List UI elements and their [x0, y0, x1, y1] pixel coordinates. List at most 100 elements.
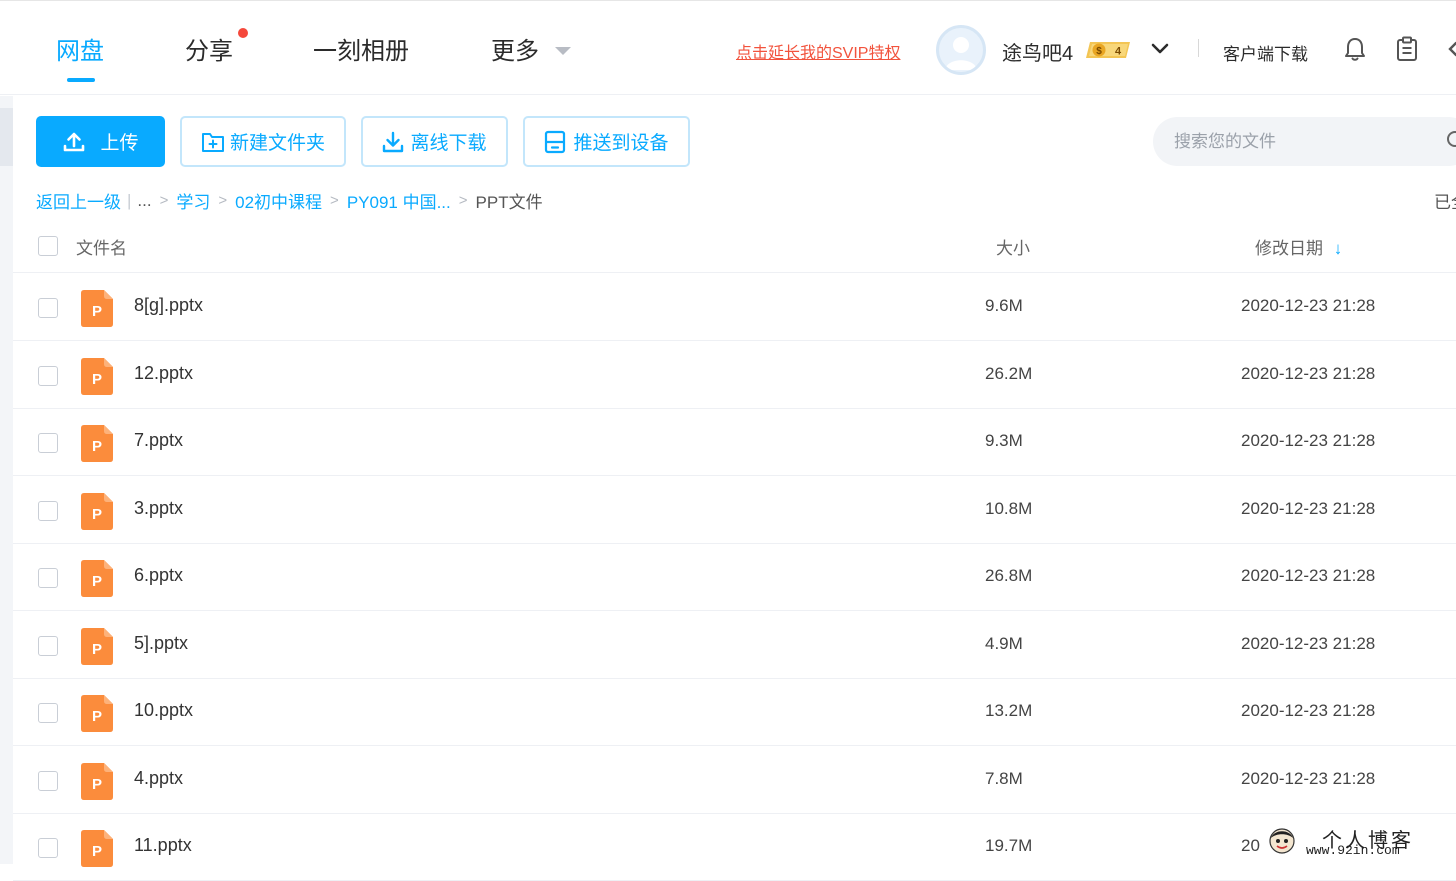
file-name[interactable]: 6.pptx: [134, 565, 183, 586]
file-name[interactable]: 12.pptx: [134, 363, 193, 384]
pptx-file-icon: P: [81, 628, 113, 665]
file-name[interactable]: 4.pptx: [134, 768, 183, 789]
file-date: 2020-12-23 21:28: [1241, 566, 1376, 585]
active-tab-indicator: [67, 78, 95, 82]
avatar[interactable]: [936, 25, 986, 75]
table-row[interactable]: P 12.pptx 26.2M 2020-12-23 21:28: [13, 341, 1456, 409]
upload-label: 上传: [100, 133, 139, 154]
sort-arrow-icon[interactable]: ↓: [1334, 239, 1343, 258]
file-name[interactable]: 11.pptx: [134, 835, 192, 856]
chevron-down-icon[interactable]: [1150, 39, 1170, 59]
file-icon-letter: P: [92, 573, 102, 590]
breadcrumb-separator: >: [330, 192, 339, 209]
row-checkbox[interactable]: [38, 568, 58, 588]
row-checkbox[interactable]: [38, 433, 58, 453]
file-name[interactable]: 8[g].pptx: [134, 295, 203, 316]
row-checkbox[interactable]: [38, 838, 58, 858]
row-checkbox[interactable]: [38, 501, 58, 521]
file-date: 2020-12-23 21:28: [1241, 769, 1376, 788]
sidebar-handle[interactable]: [0, 108, 13, 166]
watermark-url: www.92in.com: [1306, 843, 1400, 858]
table-row[interactable]: P 11.pptx 19.7M 20: [13, 813, 1456, 881]
table-row[interactable]: P 8[g].pptx 9.6M 2020-12-23 21:28: [13, 273, 1456, 341]
divider: [1198, 39, 1199, 57]
row-checkbox[interactable]: [38, 636, 58, 656]
file-icon-letter: P: [92, 506, 102, 523]
pptx-file-icon: P: [81, 290, 113, 327]
file-name[interactable]: 7.pptx: [134, 430, 183, 451]
pptx-file-icon: P: [81, 695, 113, 732]
row-checkbox[interactable]: [38, 298, 58, 318]
table-row[interactable]: P 5].pptx 4.9M 2020-12-23 21:28: [13, 611, 1456, 679]
file-icon-letter: P: [92, 371, 102, 388]
file-icon-letter: P: [92, 303, 102, 320]
file-date: 2020-12-23 21:28: [1241, 431, 1376, 450]
breadcrumb-separator: >: [218, 192, 228, 209]
row-checkbox[interactable]: [38, 366, 58, 386]
more-caret-icon[interactable]: [555, 47, 571, 55]
tab-more[interactable]: 更多: [491, 31, 539, 66]
breadcrumb-item-study[interactable]: 学习: [176, 188, 210, 213]
row-checkbox[interactable]: [38, 771, 58, 791]
breadcrumb: 返回上一级 | ... > 学习 > 02初中课程 > PY091 中国... …: [36, 188, 543, 213]
table-row[interactable]: P 7.pptx 9.3M 2020-12-23 21:28: [13, 408, 1456, 476]
cartoon-face-icon: [1269, 828, 1295, 854]
pptx-file-icon: P: [81, 358, 113, 395]
breadcrumb-separator: >: [458, 192, 468, 209]
file-name[interactable]: 5].pptx: [134, 633, 188, 654]
table-row[interactable]: P 3.pptx 10.8M 2020-12-23 21:28: [13, 476, 1456, 544]
svip-link[interactable]: 点击延长我的SVIP特权: [736, 39, 900, 63]
pptx-file-icon: P: [81, 493, 113, 530]
clipboard-icon[interactable]: [1393, 35, 1421, 63]
column-header-date[interactable]: 修改日期 ↓: [1255, 234, 1342, 259]
offline-download-button[interactable]: 离线下载: [361, 116, 508, 167]
download-icon: [383, 131, 404, 152]
push-to-device-label: 推送到设备: [573, 133, 669, 154]
file-size: 26.8M: [985, 566, 1033, 585]
breadcrumb-separator: >: [159, 192, 169, 209]
watermark: 个人博客 www.92in.com: [1264, 824, 1450, 860]
username[interactable]: 途鸟吧4: [1002, 37, 1073, 66]
new-folder-label: 新建文件夹: [229, 133, 325, 154]
left-gutter: [0, 96, 13, 864]
tab-netdisk[interactable]: 网盘: [56, 31, 104, 66]
file-date: 2020-12-23 21:28: [1241, 296, 1376, 315]
file-icon-letter: P: [92, 641, 102, 658]
file-name[interactable]: 10.pptx: [134, 700, 193, 721]
select-all-checkbox[interactable]: [38, 236, 58, 256]
pptx-file-icon: P: [81, 830, 113, 867]
file-size: 10.8M: [985, 499, 1033, 518]
table-row[interactable]: P 6.pptx 26.8M 2020-12-23 21:28: [13, 543, 1456, 611]
back-link[interactable]: 返回上一级: [36, 188, 121, 213]
file-icon-letter: P: [92, 776, 102, 793]
column-header-name[interactable]: 文件名: [76, 234, 127, 259]
file-date: 2020-12-23 21:28: [1241, 364, 1376, 383]
tab-album[interactable]: 一刻相册: [313, 31, 409, 66]
new-folder-button[interactable]: 新建文件夹: [180, 116, 346, 167]
top-nav: 网盘 分享 一刻相册 更多 点击延长我的SVIP特权 途鸟吧4 $ 4 客户端下…: [0, 0, 1456, 95]
client-download-link[interactable]: 客户端下载: [1223, 40, 1308, 65]
breadcrumb-current: PPT文件: [475, 193, 543, 212]
tab-share[interactable]: 分享: [185, 31, 233, 66]
user-silhouette-icon: [945, 37, 977, 70]
svg-text:$: $: [1096, 46, 1102, 57]
loaded-status: 已全: [1434, 193, 1456, 212]
row-checkbox[interactable]: [38, 703, 58, 723]
table-row[interactable]: P 10.pptx 13.2M 2020-12-23 21:28: [13, 678, 1456, 746]
breadcrumb-item-py091[interactable]: PY091 中国...: [347, 188, 451, 213]
bell-icon[interactable]: [1341, 35, 1369, 63]
file-size: 19.7M: [985, 836, 1033, 855]
column-header-size[interactable]: 大小: [996, 234, 1030, 259]
file-icon-letter: P: [92, 438, 102, 455]
file-size: 13.2M: [985, 701, 1033, 720]
pptx-file-icon: P: [81, 763, 113, 800]
upload-button[interactable]: 上传: [36, 116, 165, 167]
table-row[interactable]: P 4.pptx 7.8M 2020-12-23 21:28: [13, 746, 1456, 814]
breadcrumb-item-course[interactable]: 02初中课程: [235, 188, 322, 213]
file-name[interactable]: 3.pptx: [134, 498, 183, 519]
partial-chevron-icon[interactable]: [1446, 35, 1456, 63]
push-to-device-button[interactable]: 推送到设备: [523, 116, 690, 167]
search-input[interactable]: [1153, 117, 1456, 166]
breadcrumb-ellipsis[interactable]: ...: [137, 191, 151, 211]
search-icon[interactable]: [1446, 130, 1456, 152]
